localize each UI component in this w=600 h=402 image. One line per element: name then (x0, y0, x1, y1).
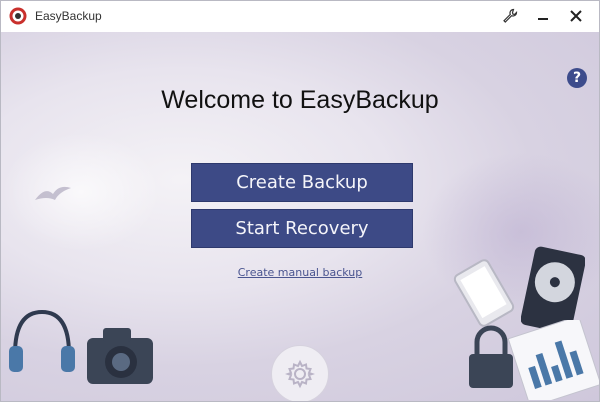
start-recovery-button[interactable]: Start Recovery (191, 209, 413, 248)
wrench-icon[interactable] (498, 5, 522, 27)
bird-icon (35, 186, 71, 200)
create-backup-button[interactable]: Create Backup (191, 163, 413, 202)
close-icon[interactable] (564, 5, 588, 27)
background-glow (1, 132, 161, 252)
camera-icon (87, 328, 153, 384)
help-button[interactable]: ? (567, 68, 587, 88)
main-content: ? Welcome to EasyBackup Create Backup St… (1, 32, 599, 401)
title-bar: EasyBackup (1, 1, 599, 32)
app-logo-icon (9, 7, 27, 25)
settings-button[interactable] (271, 345, 329, 401)
gear-icon (285, 359, 315, 389)
document-chart-icon (507, 320, 599, 400)
minimize-icon[interactable] (531, 5, 555, 27)
app-title: EasyBackup (35, 9, 102, 23)
app-window: EasyBackup ? Welcome to EasyBackup Creat… (0, 0, 600, 402)
create-manual-backup-link[interactable]: Create manual backup (1, 266, 599, 279)
headphones-icon (9, 309, 75, 372)
welcome-heading: Welcome to EasyBackup (161, 86, 439, 114)
